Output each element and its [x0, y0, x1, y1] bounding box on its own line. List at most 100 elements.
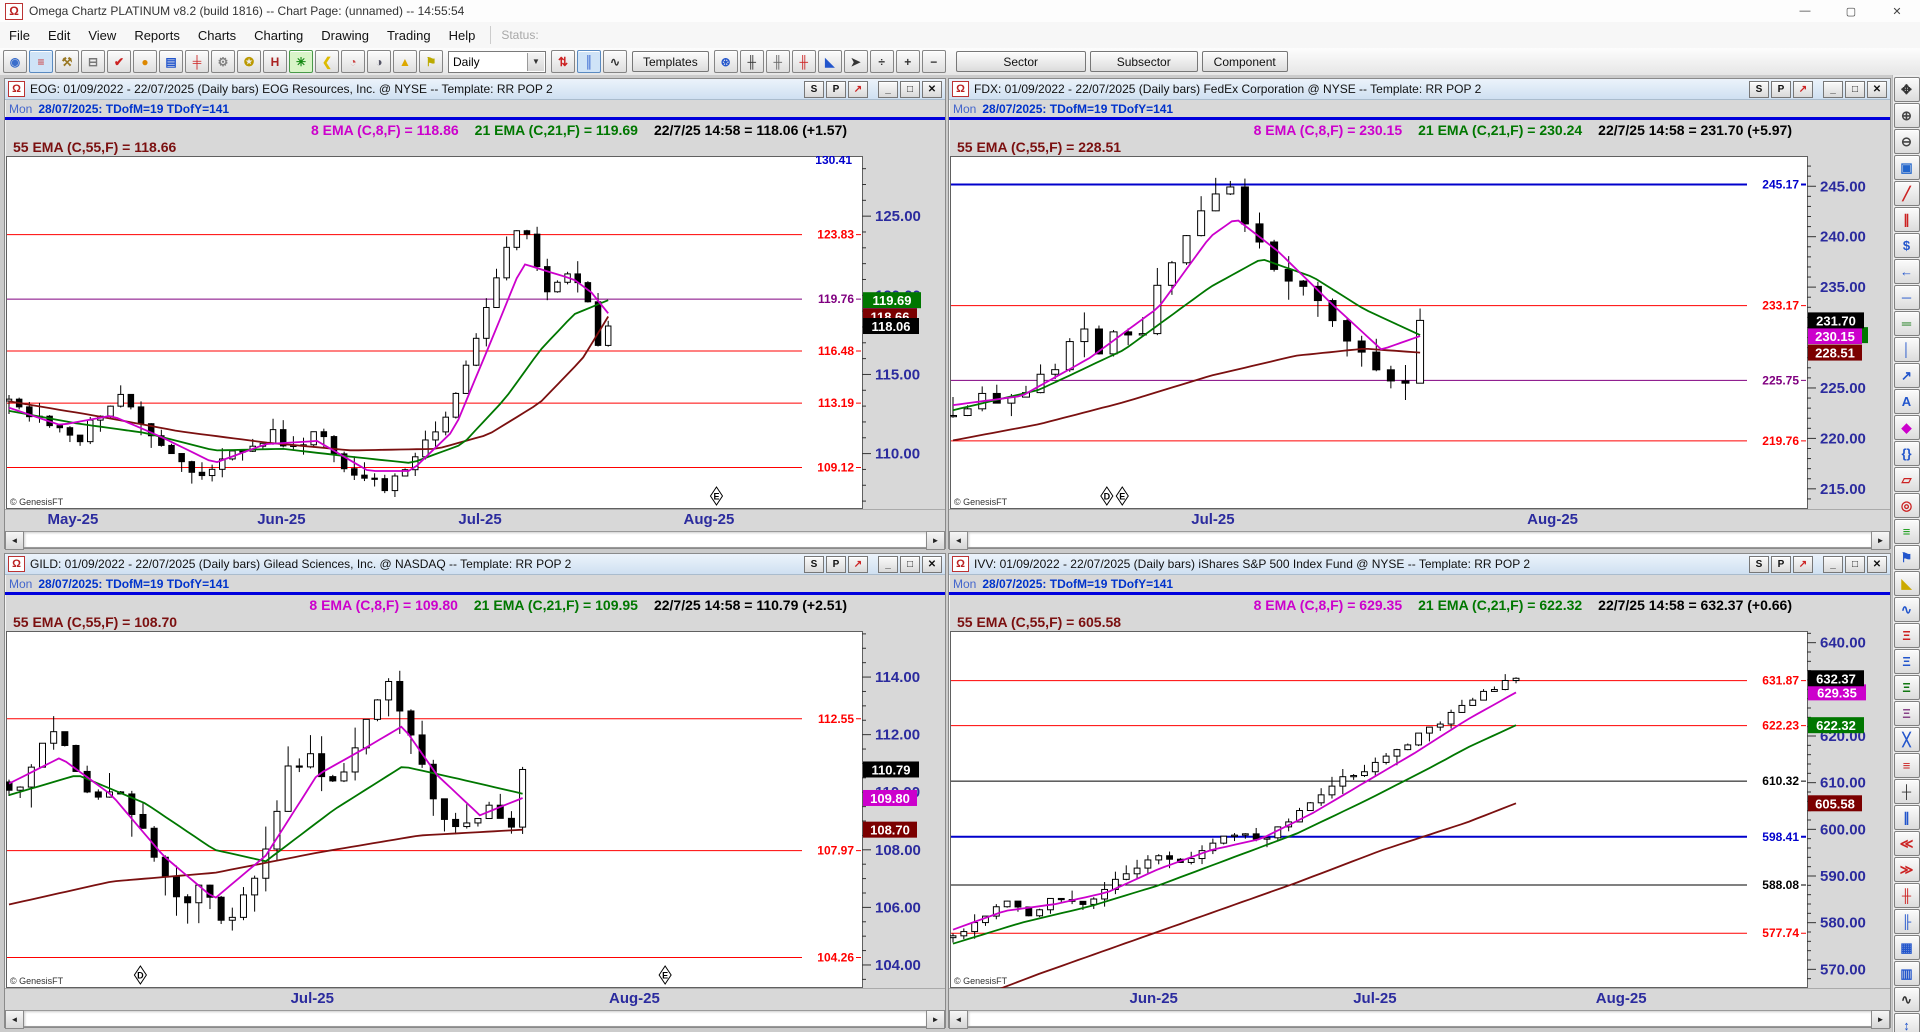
chart-titlebar-ivv[interactable]: Ω IVV: 01/09/2022 - 22/07/2025 (Daily ba… — [949, 554, 1890, 575]
zoom-in-icon[interactable]: ⊕ — [1893, 103, 1920, 128]
menu-file[interactable]: File — [0, 24, 39, 47]
trend-tool-icon[interactable]: ◣ — [817, 50, 842, 73]
divide-icon[interactable]: ÷ — [869, 50, 894, 73]
polygon-icon[interactable]: ▱ — [1893, 467, 1920, 492]
circles-icon[interactable]: ◎ — [1893, 493, 1920, 518]
minimize-button[interactable]: _ — [878, 555, 898, 573]
maximize-button[interactable]: □ — [1845, 80, 1865, 98]
arrow-up-right-icon[interactable]: ↗ — [1893, 363, 1920, 388]
chart-titlebar-fdx[interactable]: Ω FDX: 01/09/2022 - 22/07/2025 (Daily ba… — [949, 79, 1890, 100]
extend-left-icon[interactable]: ← — [1893, 259, 1920, 284]
candle-pattern-icon[interactable]: ╫ — [739, 50, 764, 73]
menu-charting[interactable]: Charting — [245, 24, 312, 47]
subsector-button[interactable]: Subsector — [1089, 51, 1198, 72]
popout-icon[interactable]: ↗ — [1793, 80, 1813, 98]
scroll-left-button[interactable]: ◄ — [5, 1010, 24, 1029]
chart-area[interactable]: 570.00580.00590.00600.00610.00620.00630.… — [950, 631, 1889, 988]
scroll-left-button[interactable]: ◄ — [5, 531, 24, 550]
close-button[interactable]: ✕ — [922, 80, 942, 98]
horizontal-scrollbar[interactable]: ◄ ► — [5, 531, 945, 550]
pointer-icon[interactable]: ➤ — [843, 50, 868, 73]
maximize-button[interactable]: □ — [900, 80, 920, 98]
templates-button[interactable]: Templates — [632, 51, 709, 72]
cycle-icon[interactable]: ∿ — [1893, 987, 1920, 1012]
updown-arrows-icon[interactable]: ⇅ — [551, 50, 575, 73]
scroll-right-button[interactable]: ► — [1871, 1010, 1890, 1029]
scroll-track[interactable] — [24, 531, 926, 548]
chart-titlebar-gild[interactable]: Ω GILD: 01/09/2022 - 22/07/2025 (Daily b… — [5, 554, 945, 575]
close-button[interactable]: ✕ — [1867, 80, 1887, 98]
scale-button[interactable]: S — [804, 555, 824, 573]
properties-button[interactable]: P — [1771, 80, 1791, 98]
scale-button[interactable]: S — [1749, 555, 1769, 573]
scroll-right-button[interactable]: ► — [926, 531, 945, 550]
window-minimize-button[interactable]: — — [1782, 0, 1828, 22]
bar-chart-icon[interactable]: ║ — [577, 50, 601, 73]
stoplight-icon[interactable]: ≡ — [29, 50, 53, 73]
menu-trading[interactable]: Trading — [378, 24, 440, 47]
menu-drawing[interactable]: Drawing — [312, 24, 378, 47]
maximize-button[interactable]: □ — [1845, 555, 1865, 573]
maximize-button[interactable]: □ — [900, 555, 920, 573]
globe-icon[interactable]: ◉ — [3, 50, 27, 73]
line-chart-icon[interactable]: ∿ — [603, 50, 627, 73]
snapshot-icon[interactable]: ◑ — [367, 50, 391, 73]
grid-icon[interactable]: ▦ — [1893, 935, 1920, 960]
hatch-icon[interactable]: ∥ — [1893, 805, 1920, 830]
vertical-line-icon[interactable]: │ — [1893, 337, 1920, 362]
scroll-right-button[interactable]: ► — [1871, 531, 1890, 550]
structure-icon[interactable]: ╪ — [185, 50, 209, 73]
trendline-icon[interactable]: ╱ — [1893, 181, 1920, 206]
markup-icon[interactable]: ✔ — [107, 50, 131, 73]
wave-icon[interactable]: ∿ — [1893, 597, 1920, 622]
chevron-down-icon[interactable]: ▼ — [527, 52, 544, 71]
minus-icon[interactable]: − — [921, 50, 946, 73]
minimize-button[interactable]: _ — [1823, 555, 1843, 573]
close-button[interactable]: ✕ — [922, 555, 942, 573]
fib-extension-icon[interactable]: Ξ — [1893, 649, 1920, 674]
window-close-button[interactable]: ✕ — [1874, 0, 1920, 22]
horizontal-line-icon[interactable]: ─ — [1893, 285, 1920, 310]
popout-icon[interactable]: ↗ — [848, 80, 868, 98]
alert-icon[interactable]: ● — [133, 50, 157, 73]
alarm-icon[interactable]: ▲ — [393, 50, 417, 73]
bars-pattern-icon[interactable]: ╫ — [1893, 883, 1920, 908]
scroll-left-button[interactable]: ◄ — [949, 531, 968, 550]
window-maximize-button[interactable]: ▢ — [1828, 0, 1874, 22]
menu-reports[interactable]: Reports — [125, 24, 189, 47]
chart-area[interactable]: 215.00220.00225.00230.00235.00240.00245.… — [950, 156, 1889, 509]
minimize-button[interactable]: _ — [878, 80, 898, 98]
candle-pattern2-icon[interactable]: ╫ — [765, 50, 790, 73]
properties-button[interactable]: P — [826, 80, 846, 98]
chart-area[interactable]: 110.00115.00120.00125.00123.83119.76116.… — [6, 156, 944, 509]
horizontal-line-2-icon[interactable]: ═ — [1893, 311, 1920, 336]
period-select[interactable]: Daily ▼ — [448, 50, 546, 73]
plus-icon[interactable]: + — [895, 50, 920, 73]
scroll-track[interactable] — [968, 1010, 1871, 1027]
atom-icon[interactable]: ⊛ — [713, 50, 738, 73]
popout-icon[interactable]: ↗ — [848, 555, 868, 573]
fan-left-icon[interactable]: ≪ — [1893, 831, 1920, 856]
scroll-right-button[interactable]: ► — [926, 1010, 945, 1029]
scale-button[interactable]: S — [1749, 80, 1769, 98]
tools-icon[interactable]: ⚒ — [55, 50, 79, 73]
menu-charts[interactable]: Charts — [189, 24, 245, 47]
parallel-lines-icon[interactable]: ∥ — [1893, 207, 1920, 232]
menu-view[interactable]: View — [79, 24, 125, 47]
pan-icon[interactable]: ✥ — [1893, 77, 1920, 102]
regression-icon[interactable]: ≡ — [1893, 753, 1920, 778]
scroll-left-button[interactable]: ◄ — [949, 1010, 968, 1029]
gann-icon[interactable]: ╳ — [1893, 727, 1920, 752]
note-flag-icon[interactable]: ⚑ — [1893, 545, 1920, 570]
close-button[interactable]: ✕ — [1867, 555, 1887, 573]
properties-button[interactable]: P — [1771, 555, 1791, 573]
crosshair-icon[interactable]: ┼ — [1893, 779, 1920, 804]
scroll-track[interactable] — [968, 531, 1871, 548]
back-arrow-icon[interactable]: ❮ — [315, 50, 339, 73]
notes-icon[interactable]: ▤ — [159, 50, 183, 73]
component-button[interactable]: Component — [1201, 51, 1288, 72]
properties-button[interactable]: P — [826, 555, 846, 573]
menu-help[interactable]: Help — [440, 24, 485, 47]
candle-pattern3-icon[interactable]: ╫ — [791, 50, 816, 73]
scan-icon[interactable]: ✳ — [289, 50, 313, 73]
